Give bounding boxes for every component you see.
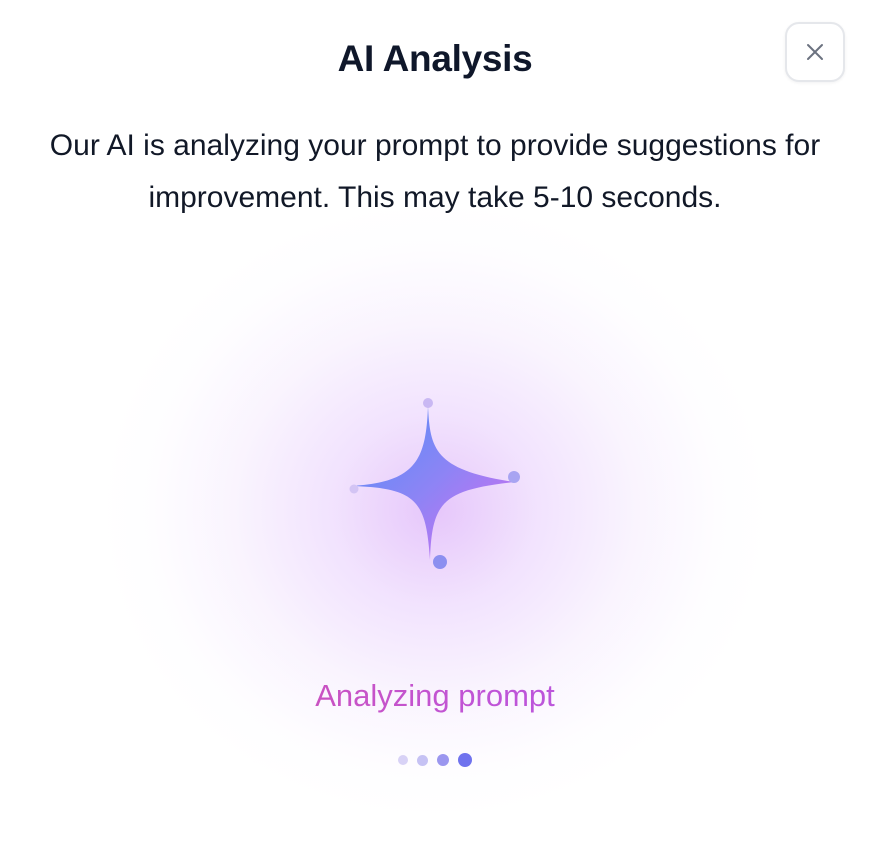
ai-analysis-dialog: AI Analysis Our AI is analyzing your pro…	[0, 0, 870, 856]
dialog-title: AI Analysis	[337, 38, 533, 79]
progress-dot	[417, 754, 428, 766]
progress-dots	[0, 753, 870, 767]
sparkle-icon	[340, 390, 530, 580]
close-icon	[805, 42, 825, 62]
progress-dot	[398, 755, 408, 765]
status-text: Analyzing prompt	[0, 678, 870, 714]
progress-dot	[437, 754, 449, 766]
progress-dot-active	[458, 753, 472, 767]
close-button[interactable]	[785, 22, 845, 82]
